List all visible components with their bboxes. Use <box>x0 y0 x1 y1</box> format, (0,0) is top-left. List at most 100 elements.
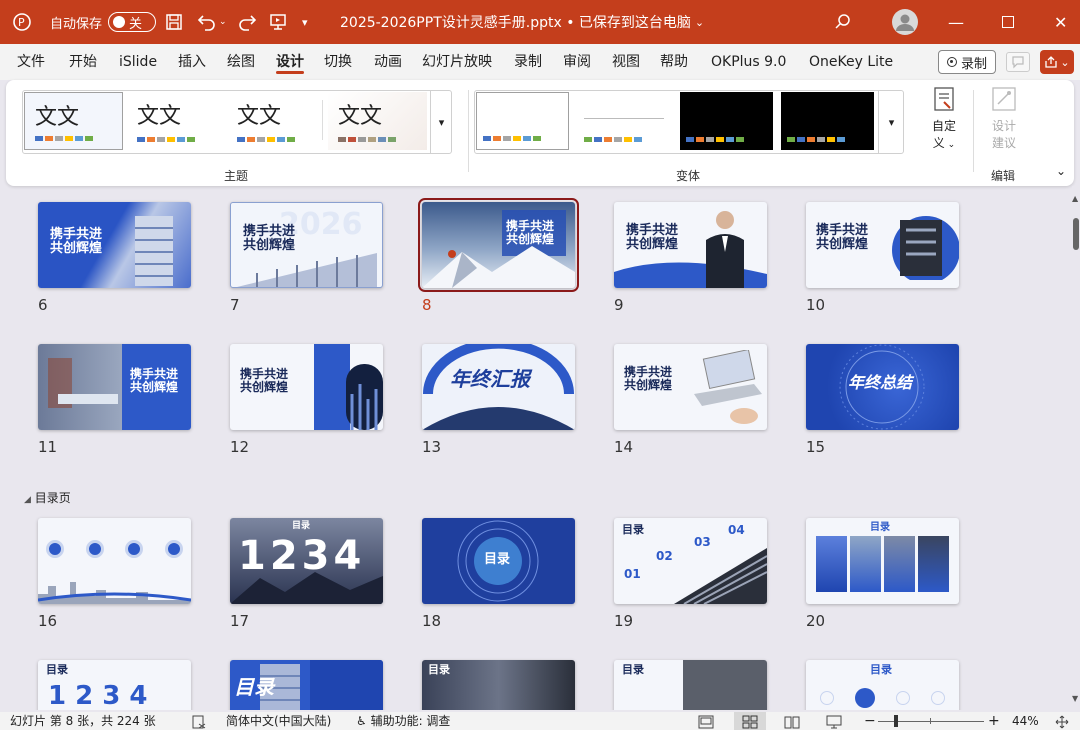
slide-number: 12 <box>230 438 250 456</box>
variant-3[interactable] <box>680 92 773 150</box>
tab-onekey-lite[interactable]: OneKey Lite <box>809 44 893 80</box>
slide-thumbnail[interactable]: 目录 <box>806 660 959 710</box>
tab-help[interactable]: 帮助 <box>660 44 688 80</box>
search-icon[interactable] <box>834 0 852 44</box>
slide-thumbnail-selected[interactable]: 携手共进 共创辉煌 <box>418 198 579 292</box>
slide-thumbnail[interactable] <box>38 518 191 604</box>
theme-office[interactable]: 文文 <box>24 92 123 150</box>
designer-button[interactable]: 设计 建议 <box>980 84 1028 156</box>
reading-view-icon[interactable] <box>784 712 800 730</box>
theme-swatches <box>237 137 295 142</box>
toc-image-strip <box>816 536 949 592</box>
spell-check-icon[interactable] <box>192 712 206 730</box>
normal-view-icon[interactable] <box>698 712 714 730</box>
customize-button[interactable]: 自定 义 ⌄ <box>920 84 968 156</box>
powerpoint-logo-icon[interactable]: P <box>12 0 32 44</box>
slideshow-view-icon[interactable] <box>826 712 842 730</box>
variants-more-icon[interactable]: ▾ <box>878 90 904 154</box>
tab-transitions[interactable]: 切换 <box>324 44 352 80</box>
edit-group-label: 编辑 <box>991 169 1016 183</box>
slide-thumbnail[interactable]: 目录 <box>230 660 383 710</box>
slide-thumbnail[interactable]: 目录 1234 <box>230 518 383 604</box>
slide-number: 20 <box>806 612 826 630</box>
theme-3[interactable]: 文文 <box>227 92 326 150</box>
tab-file[interactable]: 文件 <box>17 44 45 80</box>
autosave-toggle[interactable]: 关 <box>108 0 156 44</box>
slide-thumbnail[interactable]: 年终总结 <box>806 344 959 430</box>
zoom-slider[interactable] <box>878 712 984 730</box>
undo-dropdown-icon[interactable]: ⌄ <box>219 0 227 44</box>
tab-record[interactable]: 录制 <box>514 44 542 80</box>
group-divider <box>973 90 974 172</box>
title-bar: P 自动保存 关 ⌄ ▾ 2025-2026PPT设计灵感手册.pptx • 已… <box>0 0 1080 44</box>
theme-preview-text: 文文 <box>338 104 383 129</box>
ribbon-collapse-icon[interactable]: ⌄ <box>1056 164 1066 178</box>
tab-slideshow[interactable]: 幻灯片放映 <box>422 44 492 80</box>
record-button[interactable]: 录制 <box>938 50 996 74</box>
section-header[interactable]: ◢ 目录页 <box>24 489 71 506</box>
customize-icon <box>934 87 954 111</box>
zoom-level[interactable]: 44% <box>1012 712 1039 730</box>
scrollbar-thumb[interactable] <box>1073 218 1079 250</box>
undo-icon[interactable] <box>196 0 218 44</box>
tab-view[interactable]: 视图 <box>612 44 640 80</box>
slide-thumbnail[interactable]: 目录 01 02 03 04 <box>614 518 767 604</box>
vertical-scrollbar[interactable]: ▲ ▼ <box>1072 186 1080 710</box>
variant-swatches <box>584 137 642 142</box>
account-avatar[interactable] <box>892 0 918 44</box>
share-button[interactable]: ⌄ <box>1040 50 1074 74</box>
language-status[interactable]: 简体中文(中国大陆) <box>226 712 331 730</box>
slide-title: 携手共进 共创辉煌 <box>50 227 103 257</box>
comments-icon[interactable] <box>1006 52 1030 72</box>
designer-label-1: 设计 <box>991 119 1016 133</box>
tab-review[interactable]: 审阅 <box>563 44 591 80</box>
variant-4[interactable] <box>781 92 874 150</box>
slide-number: 18 <box>422 612 442 630</box>
slide-thumbnail[interactable]: 携手共进 共创辉煌 <box>38 202 191 288</box>
slide-thumbnail[interactable]: 携手共进 共创辉煌 <box>38 344 191 430</box>
tab-draw[interactable]: 绘图 <box>227 44 255 80</box>
variant-1[interactable] <box>476 92 569 150</box>
themes-more-icon[interactable]: ▾ <box>430 90 452 154</box>
slide-thumbnail[interactable]: 携手共进 共创辉煌 <box>806 202 959 288</box>
customize-qat-icon[interactable]: ▾ <box>302 0 308 44</box>
close-icon[interactable]: ✕ <box>1054 0 1067 44</box>
minimize-icon[interactable]: — <box>948 0 964 44</box>
slide-thumbnail[interactable]: 2026 携手共进 共创辉煌 <box>230 202 383 288</box>
tab-animations[interactable]: 动画 <box>374 44 402 80</box>
present-from-start-icon[interactable] <box>268 0 288 44</box>
scroll-down-icon[interactable]: ▼ <box>1072 694 1078 703</box>
slide-thumbnail[interactable]: 携手共进 共创辉煌 <box>230 344 383 430</box>
tab-insert[interactable]: 插入 <box>178 44 206 80</box>
scroll-up-icon[interactable]: ▲ <box>1072 194 1078 203</box>
slide-thumbnail[interactable]: 携手共进 共创辉煌 <box>614 202 767 288</box>
slide-thumbnail[interactable]: 目录 1 2 3 4 <box>38 660 191 710</box>
zoom-out-icon[interactable]: − <box>864 712 876 730</box>
slide-count-status[interactable]: 幻灯片 第 8 张，共 224 张 <box>10 712 156 730</box>
slide-thumbnail[interactable]: 目录 <box>614 660 767 710</box>
tab-design[interactable]: 设计 <box>276 44 304 80</box>
fit-to-window-icon[interactable] <box>1054 712 1070 730</box>
slide-thumbnail[interactable]: 携手共进 共创辉煌 <box>614 344 767 430</box>
redo-icon[interactable] <box>236 0 258 44</box>
theme-4[interactable]: 文文 <box>328 92 427 150</box>
tab-home[interactable]: 开始 <box>69 44 97 80</box>
tab-islide[interactable]: iSlide <box>119 44 157 80</box>
maximize-icon[interactable] <box>1002 0 1014 44</box>
slide-sorter-view-icon[interactable] <box>734 712 766 730</box>
slide-thumbnail[interactable]: 目录 <box>422 660 575 710</box>
theme-2[interactable]: 文文 <box>127 92 226 150</box>
zoom-in-icon[interactable]: + <box>988 712 1000 730</box>
slide-title: 目录 <box>484 552 511 567</box>
slide-thumbnail[interactable]: 目录 <box>806 518 959 604</box>
save-icon[interactable] <box>164 0 184 44</box>
title-chevron-down-icon: ⌄ <box>694 15 705 29</box>
slide-thumbnail[interactable]: 年终汇报 <box>422 344 575 430</box>
slide-thumbnail[interactable]: 目录 <box>422 518 575 604</box>
variant-2[interactable] <box>578 92 671 150</box>
tab-okplus[interactable]: OKPlus 9.0 <box>711 44 786 80</box>
record-button-label: 录制 <box>960 56 987 72</box>
document-title[interactable]: 2025-2026PPT设计灵感手册.pptx • 已保存到这台电脑 ⌄ <box>340 0 704 44</box>
accessibility-status[interactable]: ♿ 辅助功能: 调查 <box>356 712 450 730</box>
slide-number: 11 <box>38 438 58 456</box>
